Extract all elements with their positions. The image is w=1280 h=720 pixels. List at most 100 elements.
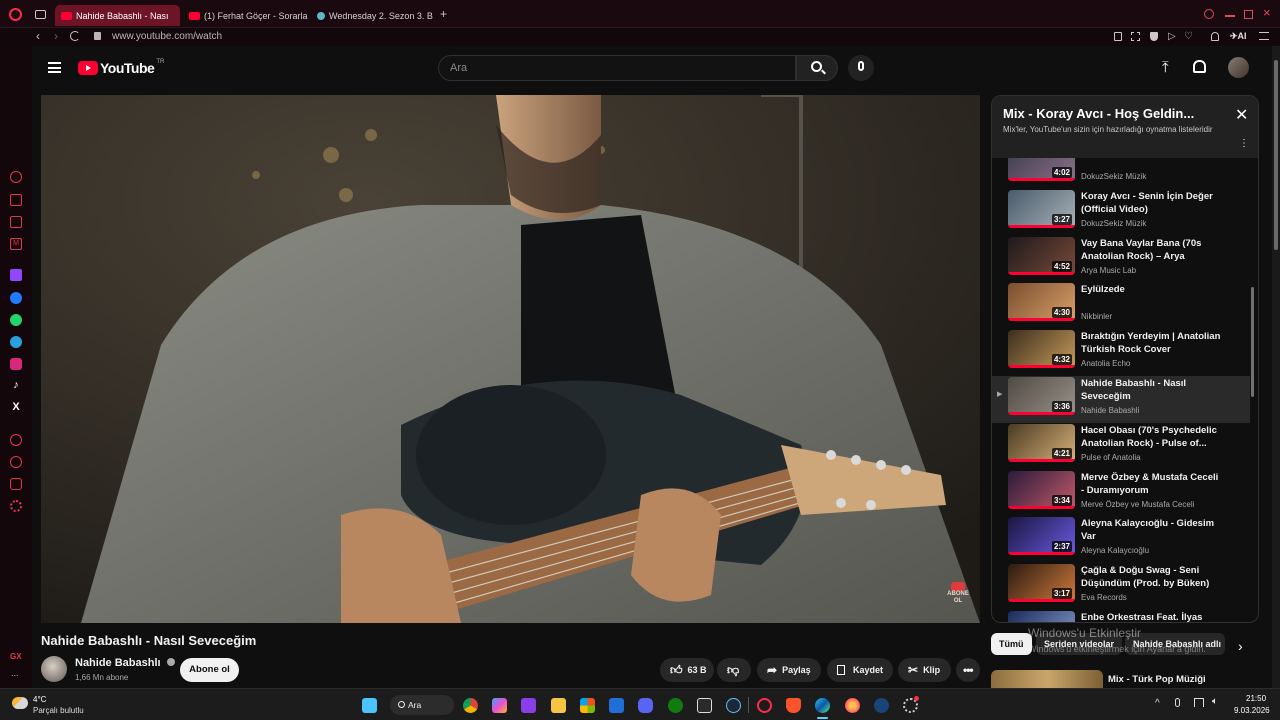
copilot-icon[interactable] bbox=[492, 698, 507, 713]
opera-logo-icon[interactable] bbox=[9, 8, 22, 21]
playlist-thumbnail[interactable]: 4:52 bbox=[1008, 236, 1075, 275]
playlist-scrollbar[interactable] bbox=[1251, 287, 1254, 397]
playlist-item[interactable]: 4:30 Eylülzede Nikbinler bbox=[992, 282, 1250, 329]
playlist-thumbnail[interactable]: 3:17 bbox=[1008, 564, 1075, 603]
notifications-bell-icon[interactable] bbox=[1193, 60, 1206, 73]
playlist-item[interactable]: 4:32 Bıraktığın Yerdeyim | Anatolian Türk… bbox=[992, 329, 1250, 376]
microphone-tray-icon[interactable] bbox=[1175, 698, 1180, 707]
settings-gear-icon[interactable] bbox=[10, 500, 22, 512]
playlist-title[interactable]: Mix - Koray Avcı - Hoş Geldin... bbox=[1003, 106, 1194, 121]
steam-alt-icon[interactable] bbox=[874, 698, 889, 713]
player-sidebar-icon[interactable] bbox=[10, 434, 22, 446]
share-button[interactable]: ➦ Paylaş bbox=[757, 658, 821, 682]
playlist-item[interactable]: Enbe Orkestrası Feat. İlyas Yalçıntaş & … bbox=[992, 610, 1250, 622]
edge-icon[interactable] bbox=[815, 698, 830, 713]
opera-gx-icon[interactable] bbox=[757, 698, 772, 713]
search-input[interactable]: Ara bbox=[438, 55, 796, 81]
clip-button[interactable]: ✂ Klip bbox=[898, 658, 951, 682]
instagram-icon[interactable] bbox=[10, 358, 22, 370]
next-mix-title[interactable]: Mix - Türk Pop Müziği bbox=[1108, 674, 1206, 685]
subscribe-watermark[interactable]: ABONE OL bbox=[944, 582, 972, 606]
taskbar-search[interactable]: Ara bbox=[390, 695, 454, 715]
avatar[interactable] bbox=[1228, 57, 1249, 78]
hamburger-menu-icon[interactable] bbox=[48, 62, 61, 73]
playlist-thumbnail[interactable]: 3:36 bbox=[1008, 377, 1075, 415]
network-icon[interactable] bbox=[1194, 698, 1204, 707]
messenger-icon[interactable] bbox=[10, 292, 22, 304]
youtube-logo[interactable]: YouTube TR bbox=[78, 59, 164, 77]
minimize-icon[interactable] bbox=[1225, 15, 1235, 17]
forward-icon[interactable]: › bbox=[54, 30, 58, 42]
voice-search-button[interactable] bbox=[848, 55, 874, 81]
playlist-thumbnail[interactable]: 4:32 bbox=[1008, 330, 1075, 369]
close-playlist-icon[interactable]: ✕ bbox=[1235, 108, 1248, 124]
playlist-item[interactable]: 3:27 Koray Avcı - Senin İçin Değer (Offic… bbox=[992, 189, 1250, 236]
history-icon[interactable] bbox=[10, 456, 22, 468]
twitch-icon[interactable] bbox=[10, 269, 22, 281]
gx-cleaner-icon[interactable] bbox=[10, 216, 22, 228]
discord-icon[interactable] bbox=[638, 698, 653, 713]
search-tabs-icon[interactable] bbox=[1204, 9, 1214, 19]
reload-icon[interactable] bbox=[70, 31, 80, 41]
epic-games-icon[interactable] bbox=[697, 698, 712, 713]
tab-ferhat[interactable]: (1) Ferhat Göçer - Sorarlar bbox=[183, 5, 308, 26]
playlist-thumbnail[interactable]: 2:37 bbox=[1008, 517, 1075, 556]
gx-control-icon[interactable] bbox=[10, 171, 22, 183]
playlist-item[interactable]: 4:52 Vay Bana Vaylar Bana (70s Anatolian … bbox=[992, 236, 1250, 283]
extensions-icon[interactable] bbox=[10, 478, 22, 490]
playlist-item[interactable]: 3:34 Merve Özbey & Mustafa Ceceli - Duram… bbox=[992, 470, 1250, 517]
channel-name[interactable]: Nahide Babashlı bbox=[75, 657, 175, 669]
purple-app-icon[interactable] bbox=[521, 698, 536, 713]
close-window-icon[interactable]: × bbox=[1263, 6, 1271, 20]
playlist-thumbnail[interactable]: 4:02 bbox=[1008, 158, 1075, 181]
dislike-button[interactable]: 👎︎ bbox=[717, 658, 751, 682]
tray-chevron-icon[interactable]: ^ bbox=[1155, 698, 1160, 709]
pin-icon[interactable] bbox=[1114, 32, 1122, 41]
playlist-item[interactable]: 4:02Olmayınca (Official Video)DokuzSekiz… bbox=[992, 158, 1250, 189]
playlist-thumbnail[interactable]: 3:27 bbox=[1008, 189, 1075, 228]
volume-icon[interactable]: 🔈︎ bbox=[1212, 696, 1218, 707]
sidebar-more-icon[interactable]: ... bbox=[11, 668, 19, 678]
mail-icon[interactable] bbox=[609, 698, 624, 713]
whatsapp-icon[interactable] bbox=[10, 314, 22, 326]
clock-time[interactable]: 21:50 bbox=[1246, 694, 1266, 703]
chrome-icon[interactable] bbox=[463, 698, 478, 713]
playlist-thumbnail[interactable] bbox=[1008, 611, 1075, 622]
tab-nahide[interactable]: Nahide Babashlı - Nası bbox=[55, 5, 180, 26]
adblock-shield-icon[interactable] bbox=[1150, 32, 1158, 41]
x-twitter-icon[interactable]: X bbox=[10, 401, 22, 413]
gx-corner-icon[interactable] bbox=[10, 194, 22, 206]
heart-icon[interactable]: ♡ bbox=[1184, 31, 1193, 42]
gx-mail-icon[interactable]: M bbox=[10, 238, 22, 250]
new-tab-button[interactable]: + bbox=[440, 8, 447, 20]
tiktok-icon[interactable]: ♪ bbox=[10, 379, 22, 391]
easy-setup-icon[interactable] bbox=[1259, 32, 1269, 40]
playlist-item-now-playing[interactable]: ▶ 3:36 Nahide Babashlı - Nasıl Seveceğim Na… bbox=[992, 376, 1250, 423]
upload-icon[interactable]: ⤒ bbox=[1162, 60, 1169, 75]
brave-icon[interactable] bbox=[786, 698, 801, 713]
steam-icon[interactable] bbox=[726, 698, 741, 713]
weather-icon[interactable] bbox=[12, 697, 28, 709]
playlist-item[interactable]: 2:37 Aleyna Kalaycıoğlu - Gidesim Var Aley… bbox=[992, 516, 1250, 563]
snapshot-icon[interactable] bbox=[1131, 32, 1140, 41]
subscribe-button[interactable]: Abone ol bbox=[180, 658, 239, 682]
channel-avatar[interactable] bbox=[41, 656, 67, 682]
player-icon[interactable]: ▷ bbox=[1168, 31, 1176, 42]
windows-start-icon[interactable] bbox=[362, 698, 377, 713]
next-mix-thumbnail[interactable] bbox=[991, 670, 1103, 688]
page-scrollbar-thumb[interactable] bbox=[1274, 60, 1278, 250]
chips-next-icon[interactable]: › bbox=[1238, 639, 1243, 653]
firefox-icon[interactable] bbox=[845, 698, 860, 713]
playlist-more-icon[interactable]: ⋮ bbox=[1239, 139, 1249, 149]
url-text[interactable]: www.youtube.com/watch bbox=[112, 31, 222, 42]
aria-ai-button[interactable]: ✈AI bbox=[1230, 31, 1247, 42]
tab-manager-icon[interactable] bbox=[35, 10, 46, 19]
video-player[interactable]: ABONE OL bbox=[41, 95, 980, 623]
playlist-thumbnail[interactable]: 4:30 bbox=[1008, 283, 1075, 322]
playlist-thumbnail[interactable]: 4:21 bbox=[1008, 423, 1075, 462]
playlist-item[interactable]: 4:21 Hacel Obası (70's Psychedelic Anatol… bbox=[992, 423, 1250, 470]
clock-date[interactable]: 9.03.2026 bbox=[1234, 706, 1270, 715]
telegram-icon[interactable] bbox=[10, 336, 22, 348]
microsoft-store-icon[interactable] bbox=[580, 698, 595, 713]
file-explorer-icon[interactable] bbox=[551, 698, 566, 713]
